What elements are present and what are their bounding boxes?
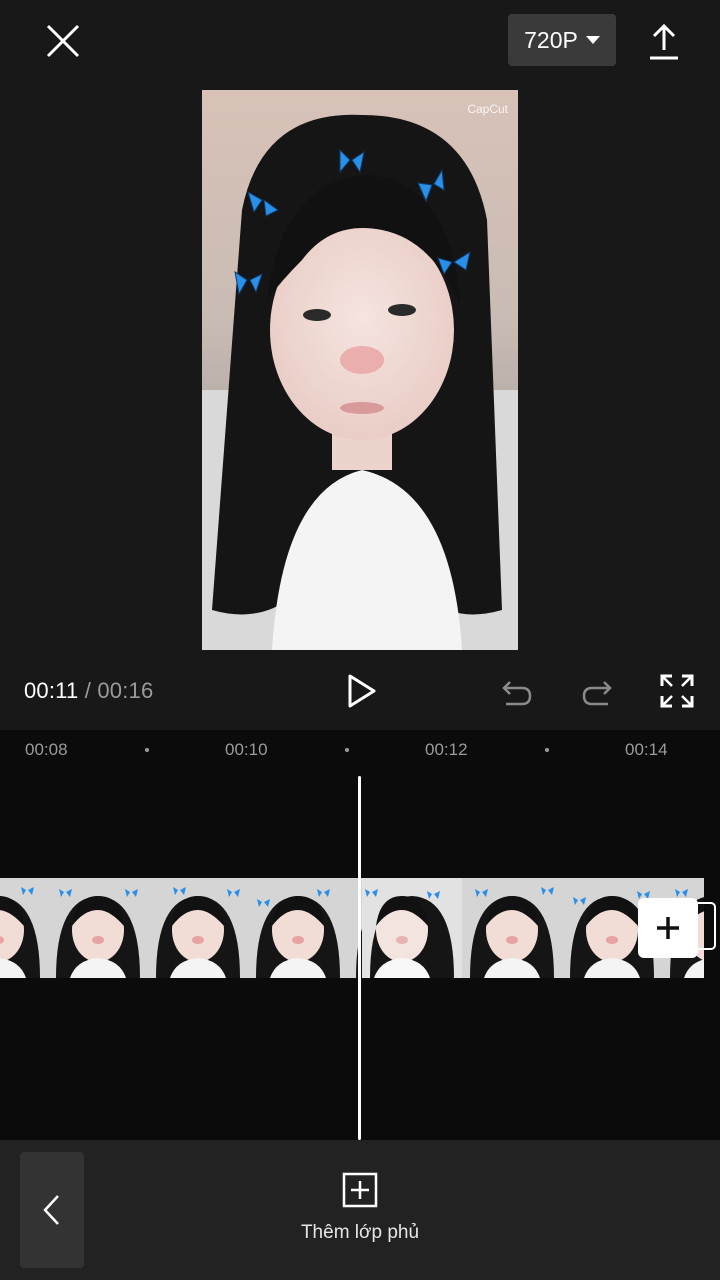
video-frame [202, 90, 518, 650]
tick-label: 00:10 [225, 740, 268, 759]
track-end-marker [698, 902, 716, 950]
playhead[interactable] [358, 776, 361, 1140]
video-clip-track[interactable] [0, 878, 704, 978]
undo-button[interactable] [498, 672, 536, 710]
clip-thumbnail [48, 878, 148, 978]
clip-thumbnail [0, 878, 48, 978]
video-preview[interactable]: CapCut [202, 90, 518, 650]
tick-dot [345, 748, 349, 752]
fullscreen-icon [660, 674, 694, 708]
total-time: 00:16 [97, 678, 154, 703]
time-display: 00:11 / 00:16 [24, 678, 153, 704]
play-icon [348, 674, 376, 708]
caret-down-icon [585, 36, 600, 44]
add-overlay-icon [342, 1172, 378, 1208]
timeline[interactable]: 00:08 00:10 00:12 00:14 [0, 730, 720, 1140]
close-button[interactable] [40, 18, 86, 64]
resolution-dropdown[interactable]: 720P [508, 14, 616, 66]
tick-label: 00:14 [625, 740, 668, 759]
watermark-text: CapCut [467, 102, 508, 116]
back-button[interactable] [20, 1152, 84, 1268]
redo-icon [582, 681, 612, 706]
chevron-left-icon [43, 1195, 59, 1225]
tick-dot [145, 748, 149, 752]
add-overlay-button[interactable]: Thêm lớp phủ [290, 1172, 430, 1244]
clip-thumbnail [148, 878, 248, 978]
tick-dot [545, 748, 549, 752]
fullscreen-button[interactable] [658, 672, 696, 710]
plus-icon [657, 917, 679, 939]
clip-thumbnail [362, 878, 462, 978]
play-button[interactable] [340, 670, 382, 712]
capcut-editor: 720P CapCut 00:11 / 00:16 00:08 00:10 00… [0, 0, 720, 1280]
clip-thumbnail [462, 878, 562, 978]
close-icon [46, 24, 80, 58]
bottom-toolbar: Thêm lớp phủ [0, 1140, 720, 1280]
tick-label: 00:08 [25, 740, 68, 759]
current-time: 00:11 [24, 678, 79, 703]
export-icon [650, 23, 678, 60]
resolution-label: 720P [524, 26, 578, 53]
clip-thumbnail [248, 878, 348, 978]
watermark: CapCut [467, 102, 508, 116]
tick-label: 00:12 [425, 740, 468, 759]
add-overlay-label: Thêm lớp phủ [300, 1222, 420, 1243]
export-button[interactable] [642, 20, 686, 64]
time-separator: / [84, 678, 92, 703]
undo-icon [502, 681, 532, 706]
add-clip-button[interactable] [638, 898, 698, 958]
redo-button[interactable] [578, 672, 616, 710]
